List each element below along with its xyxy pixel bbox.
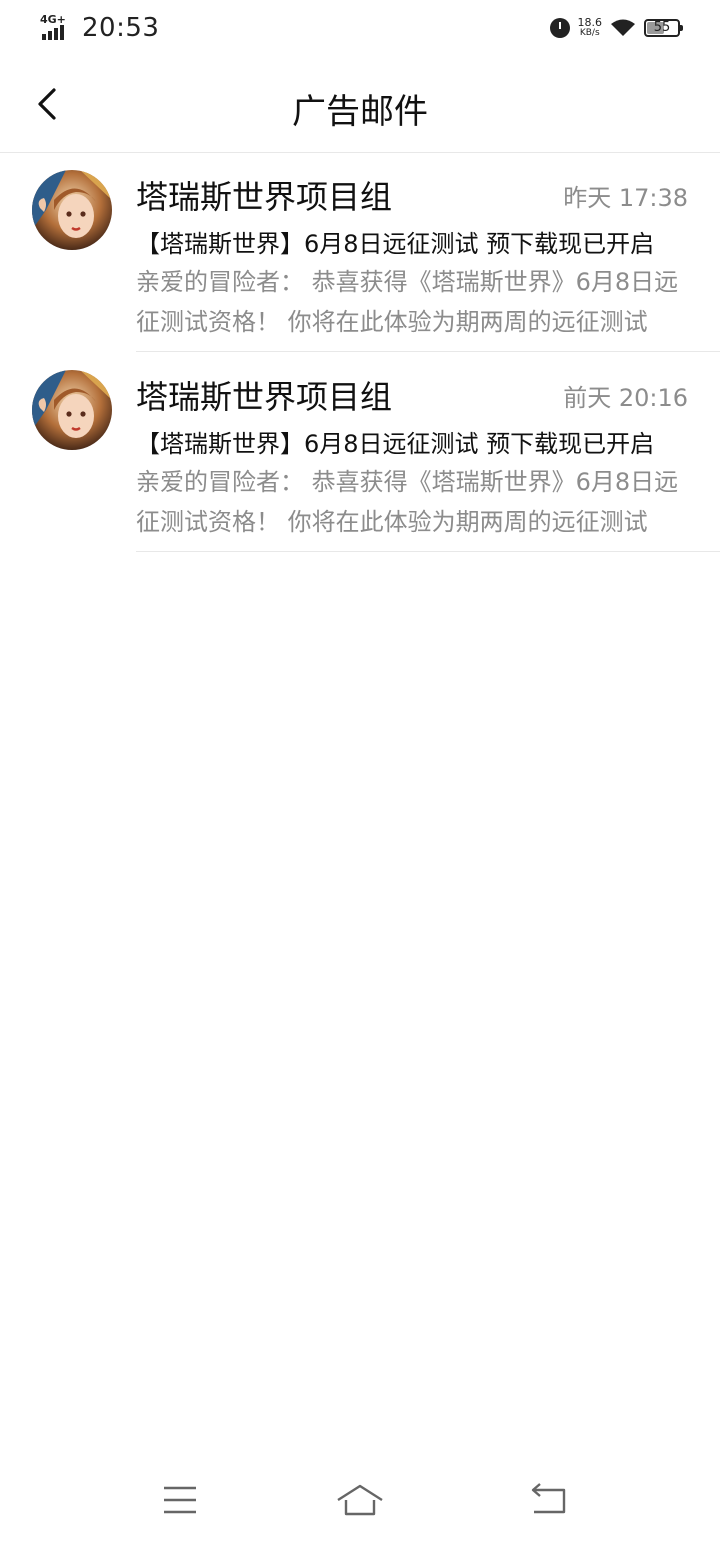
mail-preview: 亲爱的冒险者： 恭喜获得《塔瑞斯世界》6月8日远征测试资格！ 你将在此体验为期两… — [136, 468, 679, 536]
network-speed: 18.6 KB/s — [577, 16, 603, 38]
status-bar: 4G+ 20:53 18.6 KB/s 55 — [0, 0, 720, 56]
home-button[interactable] — [330, 1476, 390, 1524]
mail-sender: 塔瑞斯世界项目组 — [136, 178, 393, 216]
mail-preview: 亲爱的冒险者： 恭喜获得《塔瑞斯世界》6月8日远征测试资格！ 你将在此体验为期两… — [136, 268, 679, 336]
status-right: 18.6 KB/s 55 — [549, 14, 683, 42]
mail-item[interactable]: 塔瑞斯世界项目组 昨天 17:38 【塔瑞斯世界】6月8日远征测试 预下载现已开… — [0, 152, 720, 352]
back-icon — [531, 1483, 566, 1514]
mail-sender: 塔瑞斯世界项目组 — [136, 378, 393, 416]
status-time: 20:53 — [82, 13, 160, 43]
avatar — [32, 170, 112, 250]
alarm-icon — [549, 18, 570, 38]
status-left: 4G+ 20:53 — [40, 12, 159, 44]
mail-list: 塔瑞斯世界项目组 昨天 17:38 【塔瑞斯世界】6月8日远征测试 预下载现已开… — [0, 152, 720, 552]
mail-subject: 【塔瑞斯世界】6月8日远征测试 预下载现已开启 — [136, 230, 655, 258]
network-type: 4G+ — [40, 13, 66, 26]
home-icon — [337, 1484, 383, 1516]
menu-button[interactable] — [150, 1476, 210, 1524]
battery-level: 55 — [653, 20, 671, 35]
divider — [136, 551, 720, 552]
wifi-icon — [611, 19, 635, 36]
mail-time: 前天 20:16 — [563, 384, 688, 412]
network-speed-value: 18.6 — [577, 16, 603, 29]
battery-icon: 55 — [644, 19, 683, 37]
page-title: 广告邮件 — [292, 92, 428, 132]
mail-item[interactable]: 塔瑞斯世界项目组 前天 20:16 【塔瑞斯世界】6月8日远征测试 预下载现已开… — [0, 352, 720, 552]
app-header: 广告邮件 — [0, 56, 720, 153]
avatar — [32, 370, 112, 450]
navigation-bar — [0, 1456, 720, 1544]
system-back-button[interactable] — [520, 1476, 580, 1524]
mail-subject: 【塔瑞斯世界】6月8日远征测试 预下载现已开启 — [136, 430, 655, 458]
menu-icon — [164, 1486, 196, 1514]
signal-icon: 4G+ — [40, 14, 76, 42]
network-speed-unit: KB/s — [579, 28, 600, 38]
mail-time: 昨天 17:38 — [563, 184, 688, 212]
